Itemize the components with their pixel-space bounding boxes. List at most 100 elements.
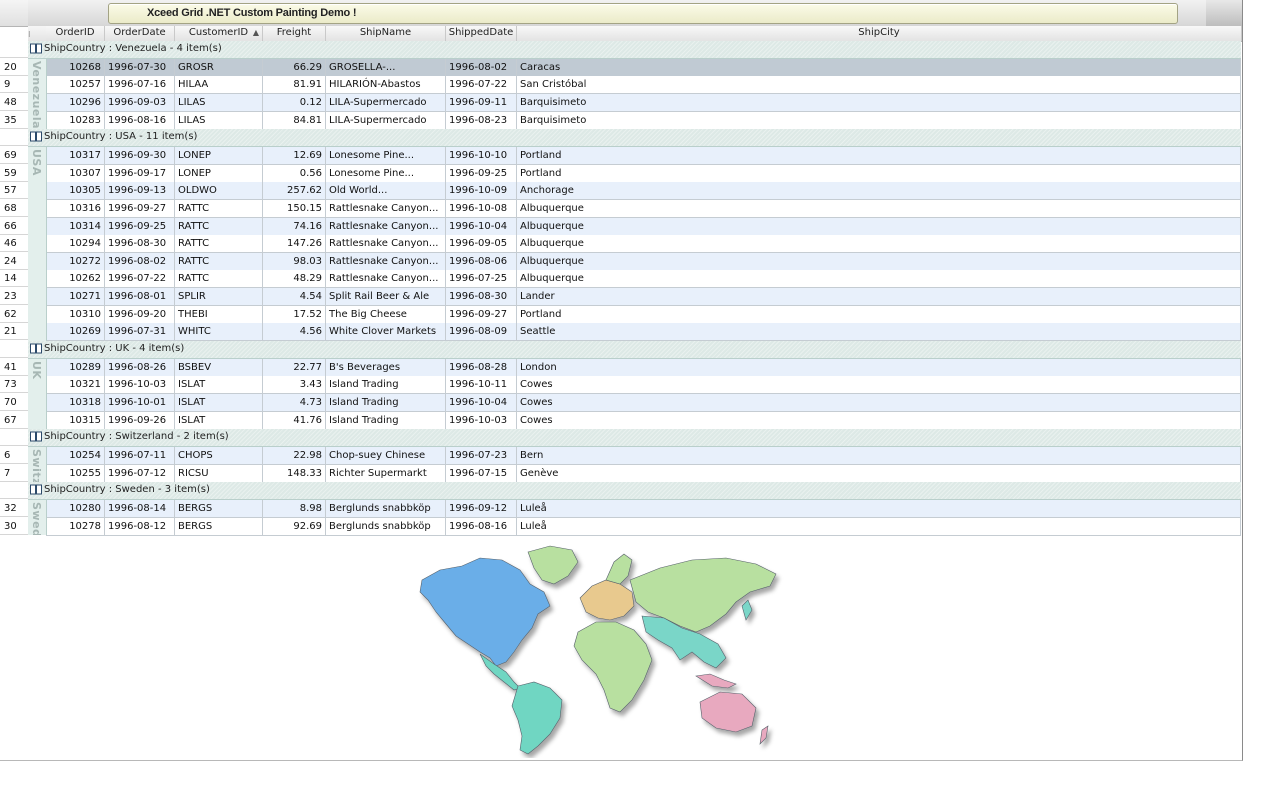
row-selector[interactable]: 9 xyxy=(0,76,28,94)
cell-orderdate[interactable]: 1996-09-25 xyxy=(105,217,175,235)
cell-shippeddate[interactable]: 1996-08-30 xyxy=(446,288,517,306)
cell-orderdate[interactable]: 1996-08-30 xyxy=(105,235,175,253)
group-header[interactable]: ShipCountry : Sweden - 3 item(s) xyxy=(28,482,1241,501)
cell-shippeddate[interactable]: 1996-10-04 xyxy=(446,217,517,235)
cell-shipcity[interactable]: Caracas xyxy=(517,58,1241,76)
row-selector[interactable]: 46 xyxy=(0,235,28,253)
cell-orderdate[interactable]: 1996-09-26 xyxy=(105,411,175,429)
cell-customerid[interactable]: RATTC xyxy=(175,270,263,288)
cell-shipname[interactable]: HILARIÓN-Abastos xyxy=(326,76,446,94)
table-row[interactable]: 10317 1996-09-30 LONEP 12.69 Lonesome Pine..… xyxy=(46,146,1241,165)
cell-freight[interactable]: 150.15 xyxy=(263,199,326,217)
cell-shipname[interactable]: Lonesome Pine... xyxy=(326,164,446,182)
table-row[interactable]: 10314 1996-09-25 RATTC 74.16 Rattlesnake Can… xyxy=(46,217,1241,236)
cell-shipcity[interactable]: Cowes xyxy=(517,376,1241,394)
book-icon[interactable] xyxy=(30,484,42,495)
column-header-shipname[interactable]: ShipName xyxy=(326,26,446,41)
cell-shippeddate[interactable]: 1996-07-23 xyxy=(446,446,517,464)
cell-freight[interactable]: 0.56 xyxy=(263,164,326,182)
table-row[interactable]: 10307 1996-09-17 LONEP 0.56 Lonesome Pine...… xyxy=(46,164,1241,183)
row-selector[interactable]: 68 xyxy=(0,199,28,217)
cell-orderid[interactable]: 10269 xyxy=(46,323,105,341)
table-row[interactable]: 10310 1996-09-20 THEBI 17.52 The Big Cheese 1… xyxy=(46,305,1241,324)
row-selector[interactable]: 7 xyxy=(0,464,28,482)
cell-shipcity[interactable]: Cowes xyxy=(517,394,1241,411)
cell-shipcity[interactable]: London xyxy=(517,358,1241,376)
cell-freight[interactable]: 22.98 xyxy=(263,446,326,464)
cell-shipcity[interactable]: Barquisimeto xyxy=(517,93,1241,111)
column-header-shippeddate[interactable]: ShippedDate xyxy=(446,26,517,41)
table-row[interactable]: 10278 1996-08-12 BERGS 92.69 Berglunds snabb… xyxy=(46,517,1241,536)
cell-freight[interactable]: 147.26 xyxy=(263,235,326,253)
cell-freight[interactable]: 0.12 xyxy=(263,93,326,111)
group-header[interactable]: ShipCountry : USA - 11 item(s) xyxy=(28,129,1241,148)
cell-customerid[interactable]: LILAS xyxy=(175,93,263,111)
cell-shipcity[interactable]: Albuquerque xyxy=(517,235,1241,253)
cell-shipname[interactable]: The Big Cheese xyxy=(326,305,446,323)
cell-shipcity[interactable]: Bern xyxy=(517,446,1241,464)
row-selector[interactable]: 20 xyxy=(0,58,28,76)
cell-orderdate[interactable]: 1996-08-16 xyxy=(105,111,175,129)
cell-customerid[interactable]: THEBI xyxy=(175,305,263,323)
cell-shippeddate[interactable]: 1996-09-25 xyxy=(446,164,517,182)
cell-shipcity[interactable]: Genève xyxy=(517,464,1241,482)
cell-shippeddate[interactable]: 1996-08-16 xyxy=(446,517,517,535)
table-row[interactable]: 10268 1996-07-30 GROSR 66.29 GROSELLA-... 199… xyxy=(46,58,1241,77)
cell-shippeddate[interactable]: 1996-07-22 xyxy=(446,76,517,94)
cell-orderid[interactable]: 10318 xyxy=(46,394,105,411)
cell-shipcity[interactable]: Portland xyxy=(517,146,1241,164)
book-icon[interactable] xyxy=(30,343,42,354)
row-selector[interactable]: 59 xyxy=(0,164,28,182)
cell-orderdate[interactable]: 1996-07-30 xyxy=(105,58,175,76)
cell-shipcity[interactable]: Albuquerque xyxy=(517,252,1241,270)
cell-shipname[interactable]: Rattlesnake Canyon... xyxy=(326,270,446,288)
cell-orderdate[interactable]: 1996-08-14 xyxy=(105,499,175,517)
cell-customerid[interactable]: ISLAT xyxy=(175,376,263,394)
cell-customerid[interactable]: RICSU xyxy=(175,464,263,482)
cell-orderdate[interactable]: 1996-08-02 xyxy=(105,252,175,270)
column-chooser-icon[interactable]: ⁝ xyxy=(28,30,31,39)
cell-orderdate[interactable]: 1996-07-16 xyxy=(105,76,175,94)
column-header-orderid[interactable]: OrderID xyxy=(46,26,105,41)
cell-shipcity[interactable]: Albuquerque xyxy=(517,270,1241,288)
cell-shippeddate[interactable]: 1996-09-27 xyxy=(446,305,517,323)
cell-customerid[interactable]: GROSR xyxy=(175,58,263,76)
cell-orderid[interactable]: 10257 xyxy=(46,76,105,94)
cell-orderdate[interactable]: 1996-09-27 xyxy=(105,199,175,217)
cell-orderdate[interactable]: 1996-09-20 xyxy=(105,305,175,323)
cell-freight[interactable]: 92.69 xyxy=(263,517,326,535)
cell-orderid[interactable]: 10283 xyxy=(46,111,105,129)
cell-freight[interactable]: 84.81 xyxy=(263,111,326,129)
cell-shippeddate[interactable]: 1996-07-15 xyxy=(446,464,517,482)
cell-customerid[interactable]: LONEP xyxy=(175,164,263,182)
cell-orderid[interactable]: 10296 xyxy=(46,93,105,111)
table-row[interactable]: 10254 1996-07-11 CHOPS 22.98 Chop-suey Chine… xyxy=(46,446,1241,465)
row-selector[interactable]: 70 xyxy=(0,394,28,411)
cell-shippeddate[interactable]: 1996-10-04 xyxy=(446,394,517,411)
cell-customerid[interactable]: ISLAT xyxy=(175,411,263,429)
cell-shippeddate[interactable]: 1996-10-03 xyxy=(446,411,517,429)
cell-orderdate[interactable]: 1996-08-26 xyxy=(105,358,175,376)
cell-shipname[interactable]: Berglunds snabbköp xyxy=(326,517,446,535)
cell-freight[interactable]: 74.16 xyxy=(263,217,326,235)
column-header-customerid[interactable]: CustomerID ▲ xyxy=(175,26,263,41)
cell-shippeddate[interactable]: 1996-07-25 xyxy=(446,270,517,288)
row-selector[interactable]: 30 xyxy=(0,517,28,535)
cell-shipname[interactable]: Richter Supermarkt xyxy=(326,464,446,482)
cell-shipcity[interactable]: Portland xyxy=(517,305,1241,323)
cell-customerid[interactable]: BERGS xyxy=(175,499,263,517)
cell-shipcity[interactable]: Seattle xyxy=(517,323,1241,341)
cell-shippeddate[interactable]: 1996-08-28 xyxy=(446,358,517,376)
cell-orderid[interactable]: 10294 xyxy=(46,235,105,253)
table-row[interactable]: 10316 1996-09-27 RATTC 150.15 Rattlesnake Ca… xyxy=(46,199,1241,218)
cell-freight[interactable]: 12.69 xyxy=(263,146,326,164)
table-row[interactable]: 10318 1996-10-01 ISLAT 4.73 Island Trading 19… xyxy=(46,394,1241,412)
cell-orderid[interactable]: 10268 xyxy=(46,58,105,76)
cell-customerid[interactable]: LILAS xyxy=(175,111,263,129)
cell-customerid[interactable]: CHOPS xyxy=(175,446,263,464)
row-selector[interactable]: 41 xyxy=(0,358,28,376)
cell-shippeddate[interactable]: 1996-09-05 xyxy=(446,235,517,253)
cell-freight[interactable]: 22.77 xyxy=(263,358,326,376)
cell-orderid[interactable]: 10321 xyxy=(46,376,105,394)
cell-orderdate[interactable]: 1996-09-17 xyxy=(105,164,175,182)
